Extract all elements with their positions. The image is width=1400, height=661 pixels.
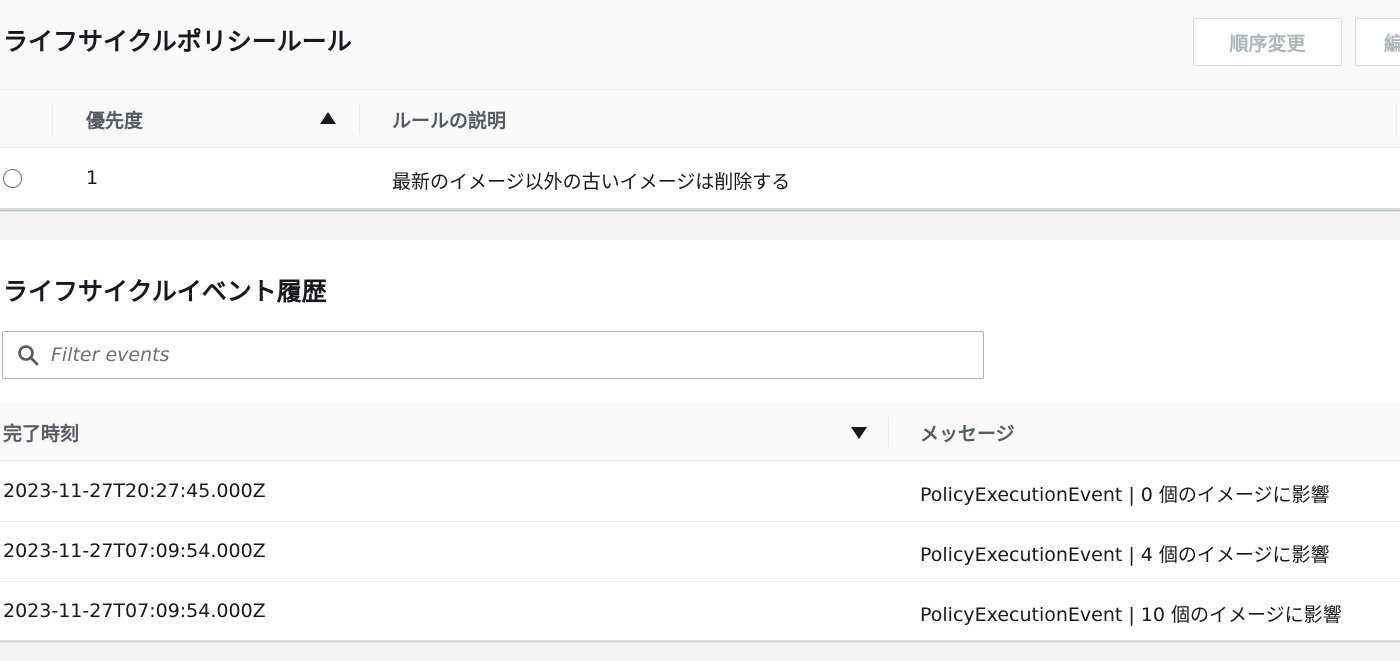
rule-description: 最新のイメージ以外の古いイメージは削除する: [392, 171, 791, 193]
event-completed-time: 2023-11-27T20:27:45.000Z: [3, 480, 266, 502]
event-message: PolicyExecutionEvent | 10 個のイメージに影響: [920, 604, 1342, 626]
table-row[interactable]: 1 最新のイメージ以外の古いイメージは削除する: [0, 149, 1400, 209]
sort-ascending-icon[interactable]: [320, 112, 336, 124]
column-header-completed-time[interactable]: 完了時刻: [3, 419, 79, 446]
event-completed-time: 2023-11-27T07:09:54.000Z: [3, 600, 266, 622]
filter-events-input[interactable]: [51, 340, 951, 370]
radio-icon[interactable]: [3, 169, 22, 188]
event-message: PolicyExecutionEvent | 4 個のイメージに影響: [920, 544, 1330, 566]
event-completed-time: 2023-11-27T07:09:54.000Z: [3, 540, 266, 562]
sort-descending-icon[interactable]: [851, 427, 867, 439]
table-row: 2023-11-27T07:09:54.000Z PolicyExecution…: [0, 582, 1400, 642]
column-header-priority[interactable]: 優先度: [86, 106, 143, 133]
table-row: 2023-11-27T20:27:45.000Z PolicyExecution…: [0, 462, 1400, 522]
lifecycle-events-panel: ライフサイクルイベント履歴 完了時刻 メッセージ 2023-11-27T20:2…: [0, 240, 1400, 642]
lifecycle-rules-panel: ライフサイクルポリシールール 順序変更 編集 優先度 ルールの説明 1 最新のイ…: [0, 0, 1400, 210]
column-divider: [888, 417, 889, 447]
divider: [0, 208, 1400, 210]
edit-button[interactable]: 編集: [1355, 18, 1400, 66]
column-divider: [1396, 104, 1397, 134]
search-icon: [18, 345, 39, 366]
events-panel-title: ライフサイクルイベント履歴: [3, 277, 327, 306]
rules-table-header: 優先度 ルールの説明: [0, 90, 1400, 148]
events-table-header: 完了時刻 メッセージ: [0, 403, 1400, 461]
column-header-message[interactable]: メッセージ: [920, 419, 1015, 446]
rules-panel-title: ライフサイクルポリシールール: [3, 27, 352, 56]
reorder-button[interactable]: 順序変更: [1193, 18, 1342, 66]
rule-priority: 1: [86, 167, 99, 189]
event-message: PolicyExecutionEvent | 0 個のイメージに影響: [920, 484, 1330, 506]
divider: [0, 640, 1400, 642]
rules-panel-header: ライフサイクルポリシールール 順序変更 編集: [0, 0, 1400, 90]
filter-events-field[interactable]: [2, 331, 984, 379]
column-header-description[interactable]: ルールの説明: [392, 106, 506, 133]
column-divider: [359, 104, 360, 134]
column-divider: [52, 104, 53, 134]
table-row: 2023-11-27T07:09:54.000Z PolicyExecution…: [0, 522, 1400, 582]
